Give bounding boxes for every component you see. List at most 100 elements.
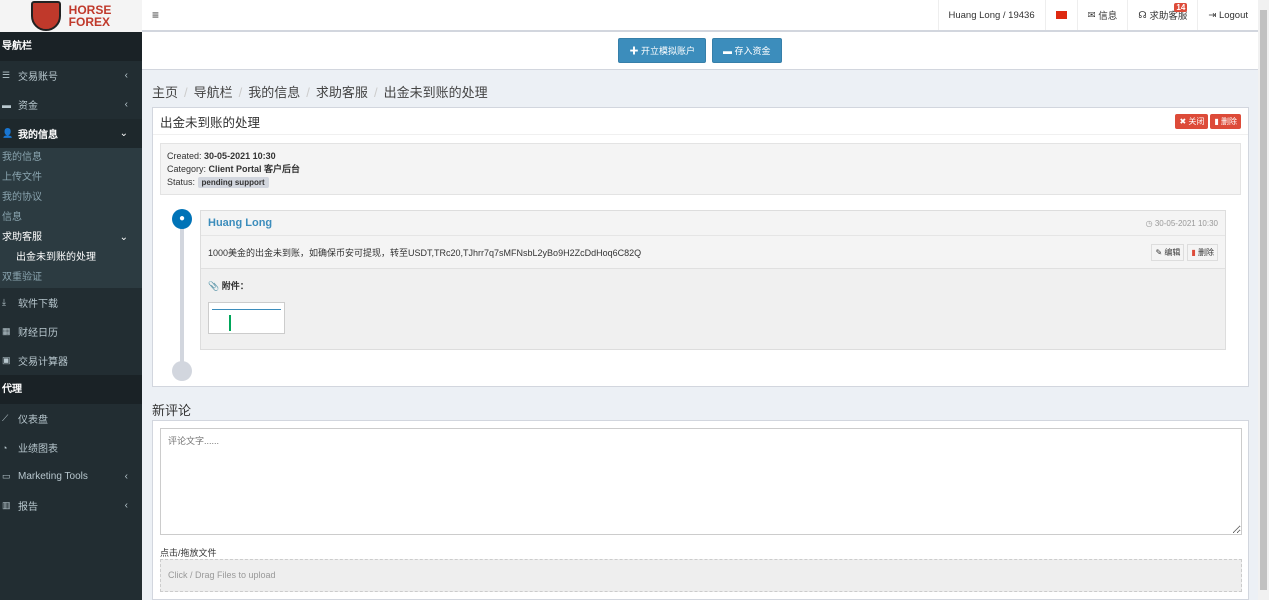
file-dropzone[interactable]: Click / Drag Files to upload [160,559,1242,592]
sidebar-header-nav: 导航栏 [0,32,142,61]
timeline-line [180,216,184,371]
label: 删除 [1221,116,1237,126]
edit-message-button[interactable]: ✎ 编辑 [1151,243,1185,261]
sub-item-2fa[interactable]: 双重验证 [0,268,142,288]
breadcrumb: 主页 / 导航栏 / 我的信息 / 求助客服 / 出金未到账的处理 [152,85,488,100]
new-comment-title: 新评论 [152,403,192,418]
label: 关闭 [1188,116,1205,126]
chevron-down-icon: ⌄ [119,128,128,139]
breadcrumb-nav[interactable]: 导航栏 [194,85,233,100]
sidebar-item-trading-accounts[interactable]: ☰ 交易账号 ‹ [0,61,142,90]
chevron-left-icon: ‹ [124,99,128,110]
sign-out-icon: ⇥ [1208,9,1219,21]
action-bar: ✚ 开立模拟账户 ▬ 存入资金 [142,32,1258,70]
label: 业绩图表 [18,444,58,455]
label: 编辑 [1164,247,1181,257]
comment-textarea[interactable] [160,428,1242,535]
label: 求助客服 [2,232,42,243]
sidebar-header-agent: 代理 [0,375,142,404]
sub-item-my-info[interactable]: 我的信息 [0,148,142,168]
sub-item-current-ticket[interactable]: 出金未到账的处理 [0,248,142,268]
sub-item-support[interactable]: 求助客服 ⌄ [0,228,142,248]
breadcrumb-my-info[interactable]: 我的信息 [248,85,300,100]
calendar-icon: ▦ [2,326,11,336]
ticket-box: 出金未到账的处理 ✖ 关闭 ▮ 删除 Created: 30-05-2021 1… [152,107,1249,387]
logout-link[interactable]: ⇥ Logout [1197,0,1258,30]
sub-item-messages[interactable]: 信息 [0,208,142,228]
sidebar-item-marketing[interactable]: ▭ Marketing Tools ‹ [0,462,142,491]
comment-box: 点击/拖放文件 Click / Drag Files to upload [152,420,1249,600]
sidebar-item-download[interactable]: ⤓ 软件下载 [0,288,142,317]
ticket-title: 出金未到账的处理 [160,115,261,130]
status-badge: pending support [197,177,269,188]
briefcase-icon: ▭ [2,471,11,481]
sidebar-item-calculator[interactable]: ▣ 交易计算器 [0,346,142,375]
headset-icon: ☊ [1138,9,1150,21]
sidebar-submenu: 我的信息 上传文件 我的协议 信息 求助客服 ⌄ 出金未到账的处理 双重验证 [0,148,142,288]
user-avatar-icon: ● [172,209,192,229]
category-label: Category: [167,164,207,174]
language-selector[interactable] [1044,0,1077,30]
credit-card-icon: ▬ [723,46,735,56]
timeline-end-icon [172,361,192,381]
label: 开立模拟账户 [640,46,695,56]
page-scrollbar[interactable] [1258,0,1269,600]
user-icon: 👤 [2,128,14,138]
label: 我的信息 [18,130,58,141]
created-label: Created: [167,151,202,161]
ticket-info: Created: 30-05-2021 10:30 Category: Clie… [160,143,1241,195]
sidebar-item-funds[interactable]: ▬ 资金 ‹ [0,90,142,119]
sidebar-item-dashboard[interactable]: ⟋ 仪表盘 [0,404,142,433]
brand-line2: FOREX [68,15,110,29]
logo[interactable]: HORSE FOREX [0,0,142,32]
label: 报告 [18,502,38,513]
deposit-button[interactable]: ▬ 存入资金 [712,38,782,63]
chevron-left-icon: ‹ [124,500,128,511]
label: Logout [1218,9,1248,21]
delete-ticket-button[interactable]: ▮ 删除 [1210,113,1241,129]
upload-label: 点击/拖放文件 [160,548,217,558]
close-ticket-button[interactable]: ✖ 关闭 [1175,113,1209,129]
timeline-message: Huang Long ◷ 30-05-2021 10:30 1000美金的出金未到… [200,210,1226,350]
top-navbar: ≡ Huang Long / 19436 ✉ 信息 ☊ 求助客服 14 ⇥ Log… [142,0,1258,32]
hamburger-menu-icon[interactable]: ≡ [142,8,169,22]
chart-line-icon: ⟋ [2,413,9,423]
clock-icon: ◷ [1145,218,1155,228]
horse-shield-icon [30,1,61,31]
support-link[interactable]: ☊ 求助客服 14 [1127,0,1197,30]
breadcrumb-home[interactable]: 主页 [152,85,178,100]
label: 软件下载 [18,299,58,310]
sidebar-item-calendar[interactable]: ▦ 财经日历 [0,317,142,346]
status-label: Status: [167,177,196,187]
label: 交易计算器 [18,357,68,368]
sub-item-agreements[interactable]: 我的协议 [0,188,142,208]
scrollbar-thumb[interactable] [1260,10,1267,590]
messages-link[interactable]: ✉ 信息 [1076,0,1128,30]
sidebar: HORSE FOREX 导航栏 ☰ 交易账号 ‹ ▬ 资金 ‹ 👤 我的信息 ⌄ 我的信息 上… [0,0,142,600]
sidebar-item-my-info[interactable]: 👤 我的信息 ⌄ [0,119,142,148]
wallet-icon: ▬ [2,99,11,110]
attachments-label: 附件： [221,281,249,291]
delete-message-button[interactable]: ▮ 删除 [1187,243,1218,261]
label: 仪表盘 [18,415,48,426]
message-text: 1000美金的出金未到账，如确保币安可提现，转至USDT,TRc20,TJhrr… [208,247,642,258]
trash-icon: ▮ [1191,247,1198,257]
attachment-thumbnail[interactable] [208,302,285,334]
chevron-down-icon: ⌄ [119,232,128,243]
breadcrumb-support[interactable]: 求助客服 [316,85,368,100]
message-time: 30-05-2021 10:30 [1154,218,1218,228]
bar-chart-icon: ▥ [2,500,11,510]
download-icon: ⤓ [2,297,6,307]
chevron-left-icon: ‹ [124,70,128,81]
label: 存入资金 [734,46,771,56]
open-demo-account-button[interactable]: ✚ 开立模拟账户 [618,38,706,63]
category-value: Client Portal 客户后台 [208,164,301,174]
pie-chart-icon: ◔ [2,442,8,453]
user-account[interactable]: Huang Long / 19436 [937,0,1045,30]
plus-icon: ✚ [629,46,641,56]
created-value: 30-05-2021 10:30 [204,151,276,161]
support-badge: 14 [1174,3,1188,12]
sidebar-item-performance[interactable]: ◔ 业绩图表 [0,433,142,462]
sub-item-upload[interactable]: 上传文件 [0,168,142,188]
sidebar-item-reports[interactable]: ▥ 报告 ‹ [0,491,142,520]
